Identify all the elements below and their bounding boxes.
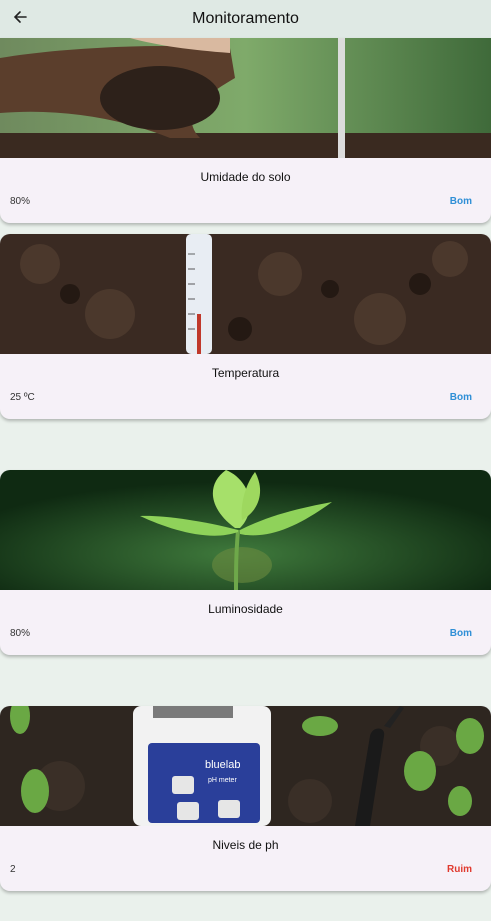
arrow-left-icon	[13, 10, 27, 29]
app-bar: Monitoramento	[0, 0, 491, 38]
card-temperature[interactable]: Temperatura 25 ºC Bom	[0, 234, 491, 419]
status-badge: Bom	[449, 392, 472, 403]
sensor-value: 80%	[10, 628, 31, 639]
card-luminosity[interactable]: Luminosidade 80% Bom	[0, 470, 491, 655]
back-button[interactable]	[8, 7, 32, 31]
status-badge: Bom	[449, 628, 472, 639]
sensor-value: 25 ºC	[10, 392, 35, 403]
sensor-name: Luminosidade	[208, 602, 283, 616]
sensor-name: Umidade do solo	[200, 170, 291, 184]
sensor-name: Niveis de ph	[212, 838, 279, 852]
card-ph-levels[interactable]: bluelab pH meter Niveis de ph 2 Ruim	[0, 706, 491, 891]
device-product-text: pH meter	[208, 777, 237, 784]
sensor-value: 2	[10, 864, 16, 875]
card-soil-humidity[interactable]: Umidade do solo 80% Bom	[0, 38, 491, 223]
luminosity-image	[0, 470, 491, 590]
device-brand-text: bluelab	[205, 759, 240, 771]
status-badge: Bom	[449, 196, 472, 207]
temperature-image	[0, 234, 491, 354]
ph-image: bluelab pH meter	[0, 706, 491, 826]
sensor-name: Temperatura	[211, 366, 280, 380]
soil-humidity-image	[0, 38, 491, 158]
status-badge: Ruim	[447, 864, 472, 875]
page-title: Monitoramento	[192, 10, 299, 27]
sensor-value: 80%	[10, 196, 31, 207]
